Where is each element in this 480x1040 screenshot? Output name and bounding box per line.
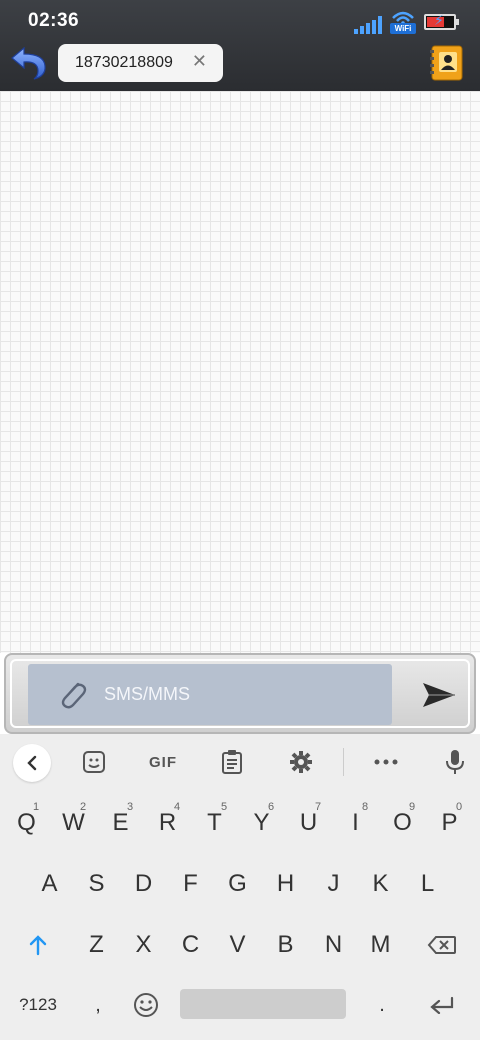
backspace-icon[interactable] <box>418 915 466 975</box>
keyboard-toolbar: GIF <box>0 734 480 790</box>
top-bar: 02:36 WiFi ⚡ 18730218809 ✕ <box>0 0 480 91</box>
sticker-icon[interactable] <box>80 742 108 782</box>
space-bar[interactable] <box>180 989 346 1019</box>
message-placeholder: SMS/MMS <box>104 684 191 704</box>
key-u[interactable]: U7 <box>285 793 332 853</box>
emoji-icon[interactable] <box>126 975 166 1035</box>
key-l[interactable]: L <box>404 854 451 914</box>
status-time: 02:36 <box>28 10 80 31</box>
key-r[interactable]: R4 <box>144 793 191 853</box>
status-icons: WiFi ⚡ <box>354 8 459 34</box>
recipient-number: 18730218809 <box>75 54 173 71</box>
key-i[interactable]: I8 <box>332 793 379 853</box>
paperclip-icon[interactable] <box>56 678 88 712</box>
key-g[interactable]: G <box>214 854 261 914</box>
key-f[interactable]: F <box>167 854 214 914</box>
send-icon <box>423 683 455 707</box>
key-k[interactable]: K <box>357 854 404 914</box>
period-key[interactable]: . <box>360 975 404 1035</box>
microphone-icon[interactable] <box>443 742 467 782</box>
key-t[interactable]: T5 <box>191 793 238 853</box>
key-o[interactable]: O9 <box>379 793 426 853</box>
key-s[interactable]: S <box>73 854 120 914</box>
wifi-label: WiFi <box>390 23 416 34</box>
keyboard: GIF Q1 W2 E3 R4 T5 Y6 U7 I8 O9 P0 A S D … <box>0 734 480 1040</box>
key-p[interactable]: P0 <box>426 793 473 853</box>
send-button[interactable] <box>420 677 458 713</box>
key-z[interactable]: Z <box>73 915 120 975</box>
enter-icon[interactable] <box>420 975 464 1035</box>
signal-icon <box>354 12 382 34</box>
symbols-key[interactable]: ?123 <box>10 975 66 1035</box>
key-w[interactable]: W2 <box>50 793 97 853</box>
key-v[interactable]: V <box>214 915 261 975</box>
recipient-chip[interactable]: 18730218809 ✕ <box>58 44 223 82</box>
key-b[interactable]: B <box>262 915 309 975</box>
key-n[interactable]: N <box>310 915 357 975</box>
key-d[interactable]: D <box>120 854 167 914</box>
key-m[interactable]: M <box>357 915 404 975</box>
gear-icon[interactable] <box>288 742 314 782</box>
contacts-button[interactable] <box>428 44 464 82</box>
key-e[interactable]: E3 <box>97 793 144 853</box>
message-list[interactable] <box>0 91 480 653</box>
chevron-left-icon[interactable] <box>13 744 51 782</box>
key-y[interactable]: Y6 <box>238 793 285 853</box>
clear-recipient-button[interactable]: ✕ <box>192 51 207 72</box>
back-button[interactable] <box>8 44 48 82</box>
compose-bar: SMS/MMS <box>4 653 476 734</box>
key-h[interactable]: H <box>262 854 309 914</box>
gif-button[interactable]: GIF <box>146 742 180 782</box>
key-a[interactable]: A <box>26 854 73 914</box>
message-input[interactable]: SMS/MMS <box>28 664 392 725</box>
shift-icon[interactable] <box>14 915 62 975</box>
key-j[interactable]: J <box>310 854 357 914</box>
wifi-icon: WiFi <box>390 10 416 34</box>
key-x[interactable]: X <box>120 915 167 975</box>
key-q[interactable]: Q1 <box>3 793 50 853</box>
contacts-book-icon <box>430 45 463 81</box>
more-icon[interactable] <box>372 742 400 782</box>
key-c[interactable]: C <box>167 915 214 975</box>
back-arrow-icon <box>11 46 46 80</box>
comma-key[interactable]: , <box>76 975 120 1035</box>
clipboard-icon[interactable] <box>219 742 245 782</box>
battery-charging-icon: ⚡ <box>424 13 459 30</box>
